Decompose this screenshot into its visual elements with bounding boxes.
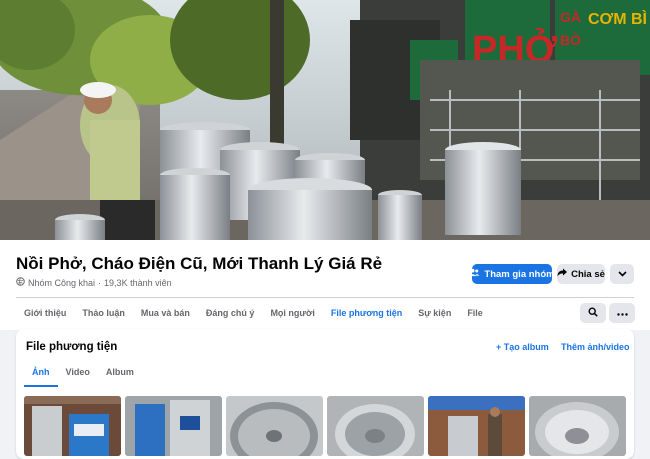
tab-media[interactable]: File phương tiện bbox=[322, 298, 411, 332]
tabs-more-button[interactable] bbox=[609, 303, 635, 323]
photo-grid bbox=[24, 396, 626, 456]
meta-separator: · bbox=[98, 277, 102, 288]
photo-thumbnail[interactable] bbox=[428, 396, 525, 456]
member-count[interactable]: 19,3K thành viên bbox=[104, 278, 172, 288]
more-options-button[interactable] bbox=[610, 264, 634, 284]
cover-sign-com: CƠM BÌ bbox=[588, 9, 647, 28]
ellipsis-icon bbox=[616, 308, 628, 319]
chevron-down-icon bbox=[617, 269, 627, 280]
cover-photo[interactable]: PHỞ GÀ BÒ CƠM BÌ bbox=[0, 0, 650, 240]
subtab-videos[interactable]: Video bbox=[58, 361, 98, 383]
group-meta: Nhóm Công khai · 19,3K thành viên bbox=[16, 277, 172, 288]
photo-thumbnail[interactable] bbox=[529, 396, 626, 456]
media-title: File phương tiện bbox=[26, 341, 118, 353]
privacy-label[interactable]: Nhóm Công khai bbox=[28, 278, 95, 288]
group-name[interactable]: Nồi Phở, Cháo Điện Cũ, Mới Thanh Lý Giá … bbox=[16, 254, 382, 274]
join-group-label: Tham gia nhóm bbox=[484, 268, 555, 280]
tab-events[interactable]: Sự kiện bbox=[410, 298, 459, 330]
tab-discussion[interactable]: Thảo luận bbox=[74, 298, 133, 330]
join-group-button[interactable]: Tham gia nhóm bbox=[469, 264, 555, 284]
photo-thumbnail[interactable] bbox=[327, 396, 424, 456]
cover-sign-ga: GÀ bbox=[560, 9, 581, 25]
subtab-albums[interactable]: Album bbox=[98, 361, 142, 383]
globe-icon bbox=[16, 277, 25, 288]
tab-featured[interactable]: Đáng chú ý bbox=[198, 298, 263, 330]
photo-thumbnail[interactable] bbox=[24, 396, 121, 456]
group-header: Nồi Phở, Cháo Điện Cũ, Mới Thanh Lý Giá … bbox=[0, 240, 650, 332]
share-arrow-icon bbox=[557, 268, 568, 280]
cover-photo-image: PHỞ GÀ BÒ CƠM BÌ bbox=[0, 0, 650, 240]
search-button[interactable] bbox=[580, 303, 606, 323]
subtab-photos[interactable]: Ảnh bbox=[24, 361, 58, 387]
group-tabs: Giới thiệu Thảo luận Mua và bán Đáng chú… bbox=[16, 298, 491, 332]
share-button[interactable]: Chia sẻ bbox=[557, 264, 605, 284]
search-icon bbox=[588, 306, 598, 320]
tab-files[interactable]: File bbox=[459, 298, 491, 330]
group-icon bbox=[469, 268, 480, 280]
media-subtabs: Ảnh Video Album bbox=[24, 361, 142, 387]
tab-buy-sell[interactable]: Mua và bán bbox=[133, 298, 198, 330]
tab-about[interactable]: Giới thiệu bbox=[16, 298, 74, 330]
photo-thumbnail[interactable] bbox=[125, 396, 222, 456]
tab-people[interactable]: Mọi người bbox=[262, 298, 322, 330]
share-label: Chia sẻ bbox=[571, 268, 605, 280]
photo-thumbnail[interactable] bbox=[226, 396, 323, 456]
add-media-link[interactable]: Thêm ảnh/video bbox=[561, 342, 630, 352]
media-section: File phương tiện + Tạo album Thêm ảnh/vi… bbox=[16, 329, 634, 459]
cover-sign-bo: BÒ bbox=[560, 31, 581, 48]
create-album-link[interactable]: + Tạo album bbox=[496, 342, 549, 352]
